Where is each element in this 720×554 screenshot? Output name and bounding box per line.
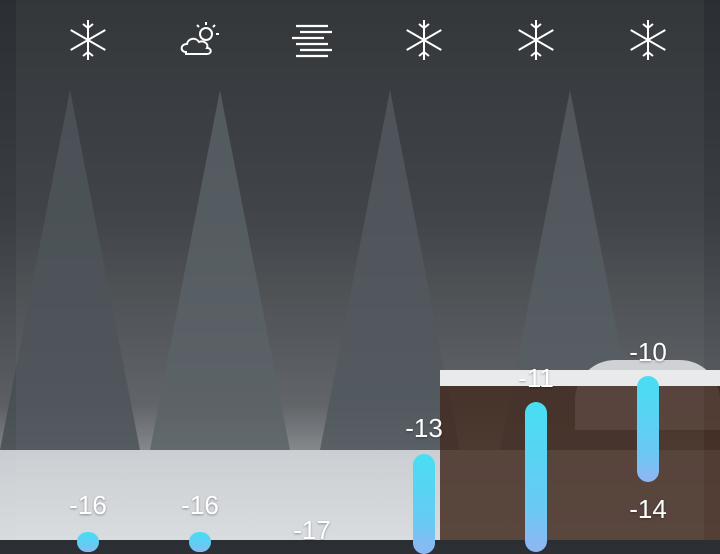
forecast-panel[interactable]: -16 -16 -17 -13 -11 -10 -14 [16,0,704,554]
temperature-bar [189,532,211,552]
high-temp-label: -10 [629,337,667,367]
partly-cloudy-day-icon [176,16,224,64]
high-temp-label: -17 [293,515,331,545]
temperature-bar [525,402,547,552]
high-temp-label: -16 [69,490,107,520]
temperature-bar [413,454,435,554]
snow-icon [64,16,112,64]
high-temp-label: -13 [405,413,443,443]
temperature-bar [77,532,99,552]
snow-icon [624,16,672,64]
high-temp-label: -11 [518,363,554,393]
fog-icon [288,16,336,64]
snow-icon [400,16,448,64]
low-temp-label: -14 [629,494,667,524]
high-temp-label: -16 [181,490,219,520]
snow-icon [512,16,560,64]
temperature-bar [637,376,659,482]
